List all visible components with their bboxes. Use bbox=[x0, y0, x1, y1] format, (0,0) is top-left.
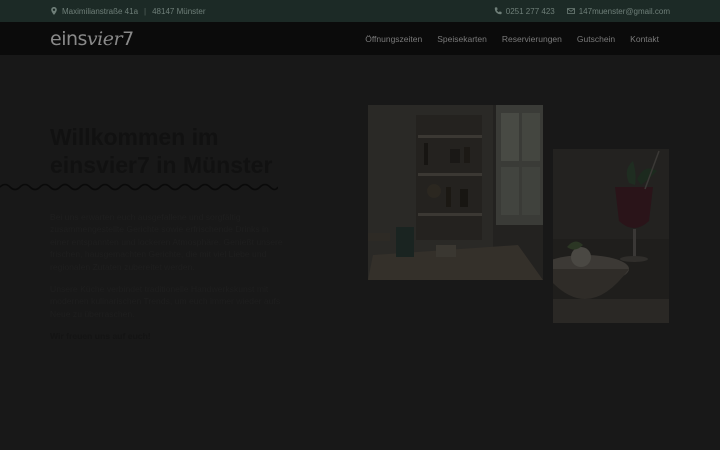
drink-food-photo bbox=[553, 149, 669, 323]
intro-text: Bei uns erwarten euch ausgefallene und s… bbox=[50, 211, 290, 353]
restaurant-interior-photo bbox=[368, 105, 543, 280]
nav-item-oeffnungszeiten[interactable]: Öffnungszeiten bbox=[365, 34, 422, 44]
page-title: Willkommen im einsvier7 in Münster bbox=[50, 124, 273, 178]
phone-link[interactable]: 0251 277 423 bbox=[494, 7, 555, 16]
separator: | bbox=[144, 6, 147, 16]
address-block: Maximilianstraße 41a | 48147 Münster bbox=[50, 7, 205, 16]
logo-prefix: eins bbox=[50, 27, 87, 50]
closing-line: Wir freuen uns auf euch! bbox=[50, 331, 151, 342]
contact-block: 0251 277 423 147muenster@gmail.com bbox=[494, 7, 670, 16]
nav-item-kontakt[interactable]: Kontakt bbox=[630, 34, 659, 44]
email-text: 147muenster@gmail.com bbox=[578, 6, 670, 16]
envelope-icon bbox=[566, 8, 575, 14]
intro-paragraph-2: Unsere Küche verbindet traditionelle Han… bbox=[50, 284, 281, 319]
hero-section: Willkommen im einsvier7 in Münster Bei u… bbox=[0, 55, 720, 450]
main-navigation: einsvier7 Öffnungszeiten Speisekarten Re… bbox=[0, 22, 720, 55]
map-pin-icon bbox=[51, 7, 57, 15]
phone-text: 0251 277 423 bbox=[505, 6, 555, 16]
email-link[interactable]: 147muenster@gmail.com bbox=[566, 6, 670, 16]
nav-menu: Öffnungszeiten Speisekarten Reservierung… bbox=[365, 34, 659, 44]
logo-script: vier bbox=[86, 27, 123, 50]
logo[interactable]: einsvier7 bbox=[50, 28, 134, 50]
logo-suffix: 7 bbox=[122, 27, 134, 50]
address-text: Maximilianstraße 41a bbox=[62, 6, 139, 16]
city-text: 48147 Münster bbox=[152, 6, 206, 16]
phone-icon bbox=[494, 7, 502, 15]
nav-item-reservierungen[interactable]: Reservierungen bbox=[502, 34, 562, 44]
address-item[interactable]: Maximilianstraße 41a bbox=[50, 7, 138, 16]
top-info-bar: Maximilianstraße 41a | 48147 Münster 025… bbox=[0, 0, 720, 22]
nav-item-gutschein[interactable]: Gutschein bbox=[577, 34, 615, 44]
intro-paragraph-1: Bei uns erwarten euch ausgefallene und s… bbox=[50, 212, 283, 272]
wave-divider bbox=[0, 183, 278, 191]
nav-item-speisekarten[interactable]: Speisekarten bbox=[437, 34, 487, 44]
